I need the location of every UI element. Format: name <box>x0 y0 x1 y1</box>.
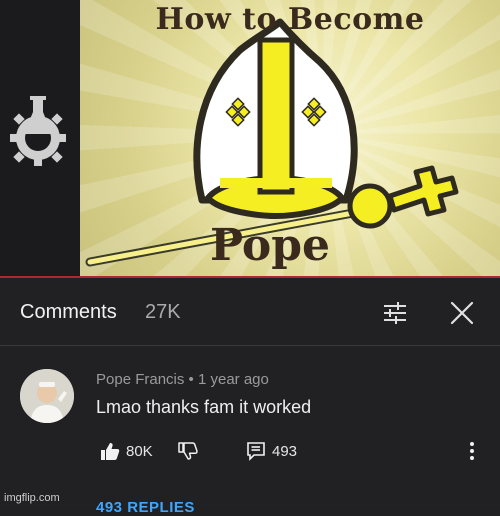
comments-header: Comments 27K <box>0 279 500 346</box>
more-vertical-icon[interactable] <box>466 439 478 463</box>
thumbnail-word: Pope <box>210 220 331 271</box>
avatar[interactable] <box>20 369 74 423</box>
papal-cross-icon <box>387 165 459 217</box>
close-icon[interactable] <box>450 301 474 325</box>
comments-title: Comments <box>20 301 117 323</box>
comment-text: Lmao thanks fam it worked <box>96 397 312 417</box>
thumbnail-artwork: How to Become Pope <box>80 0 500 278</box>
sort-sliders-icon[interactable] <box>382 301 408 325</box>
imgflip-watermark: imgflip.com <box>4 492 60 504</box>
video-progress-line <box>0 276 500 278</box>
comment-actions: 80K 493 <box>96 439 486 463</box>
reply-icon[interactable] <box>246 441 266 461</box>
thumbs-down-icon[interactable] <box>178 441 198 461</box>
thumbs-up-icon[interactable] <box>100 441 120 461</box>
video-thumbnail[interactable]: How to Become Pope <box>0 0 500 278</box>
comments-count: 27K <box>145 301 181 323</box>
avatar-image <box>20 369 74 423</box>
thumbnail-title: How to Become <box>155 2 425 37</box>
meta-separator: • <box>188 371 194 388</box>
view-replies-link[interactable]: 493 REPLIES <box>96 499 195 516</box>
comment-time: 1 year ago <box>197 371 269 388</box>
comment-author[interactable]: Pope Francis <box>96 371 184 388</box>
thumbnail-sidebar <box>0 0 80 278</box>
cgp-gear-flask-icon <box>10 96 66 166</box>
comment-meta: Pope Francis • 1 year ago <box>96 371 269 388</box>
like-count: 80K <box>126 443 153 460</box>
comments-panel: Comments 27K Pope Francis • 1 year ago L… <box>0 279 500 516</box>
reply-count: 493 <box>272 443 298 460</box>
